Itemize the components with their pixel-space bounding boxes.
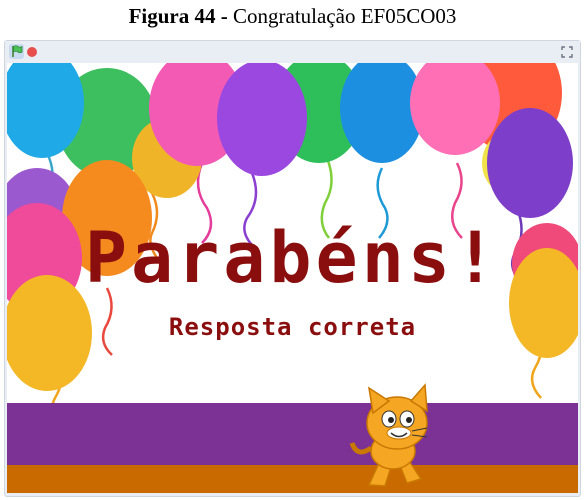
scratch-player-window: Parabéns! Resposta correta bbox=[4, 40, 581, 497]
figure-caption: Figura 44 - Congratulação EF05CO03 bbox=[0, 4, 585, 29]
stop-icon[interactable] bbox=[27, 47, 37, 57]
green-flag-icon[interactable] bbox=[9, 44, 24, 59]
fullscreen-icon[interactable] bbox=[560, 45, 574, 59]
stage-subtitle: Resposta correta bbox=[168, 313, 417, 341]
stage[interactable]: Parabéns! Resposta correta bbox=[7, 63, 578, 493]
figure-caption-text: Congratulação EF05CO03 bbox=[233, 4, 457, 28]
figure-caption-label: Figura 44 - bbox=[128, 4, 228, 28]
stage-title: Parabéns! bbox=[84, 217, 501, 299]
player-toolbar bbox=[5, 41, 580, 63]
